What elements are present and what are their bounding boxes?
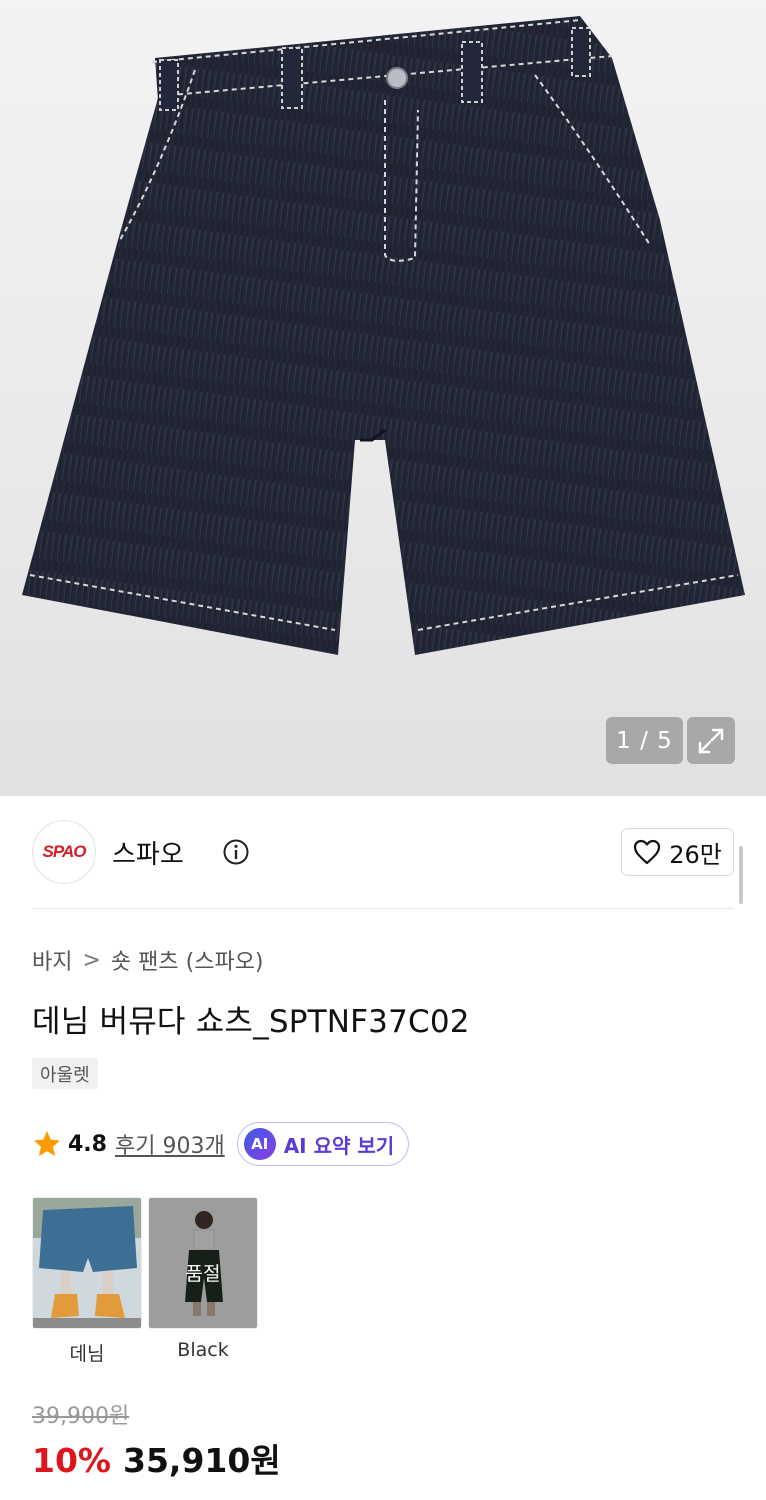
star-icon bbox=[34, 1131, 60, 1156]
outlet-tag: 아울렛 bbox=[32, 1058, 98, 1089]
color-option-black[interactable]: 품절 Black bbox=[148, 1197, 258, 1361]
heart-icon bbox=[634, 839, 661, 865]
breadcrumb-item-category[interactable]: 바지 bbox=[32, 944, 72, 976]
product-title: 데님 버뮤다 쇼츠_SPTNF37C02 bbox=[32, 1004, 470, 1040]
product-image-gallery[interactable]: 1 / 5 bbox=[0, 0, 766, 796]
color-option-label: 데님 bbox=[69, 1343, 105, 1365]
expand-icon bbox=[698, 728, 724, 753]
color-option-thumbnail: 품절 bbox=[148, 1197, 258, 1329]
info-icon[interactable] bbox=[222, 838, 250, 866]
rating-value: 4.8 bbox=[68, 1131, 107, 1157]
divider bbox=[32, 908, 734, 909]
ai-summary-button[interactable]: AI AI 요약 보기 bbox=[236, 1122, 410, 1166]
ai-summary-label: AI 요약 보기 bbox=[283, 1133, 395, 1158]
brand-name[interactable]: 스파오 bbox=[112, 834, 184, 871]
product-image bbox=[22, 16, 745, 655]
color-option-denim[interactable]: 데님 bbox=[32, 1197, 142, 1366]
color-option-label: Black bbox=[177, 1339, 229, 1361]
like-button[interactable]: 26만 bbox=[621, 828, 734, 876]
brand-row: SPAO 스파오 26만 bbox=[32, 820, 734, 884]
original-price: 39,900원 bbox=[32, 1404, 130, 1429]
scrollbar[interactable] bbox=[739, 846, 743, 904]
brand-logo-text: SPAO bbox=[42, 842, 87, 861]
image-counter: 1 / 5 bbox=[606, 717, 683, 764]
review-count-link[interactable]: 후기 903개 bbox=[115, 1128, 225, 1160]
breadcrumb: 바지 > 숏 팬츠 (스파오) bbox=[32, 944, 264, 976]
rating-row: 4.8 후기 903개 AI AI 요약 보기 bbox=[32, 1122, 410, 1166]
brand-logo[interactable]: SPAO bbox=[32, 820, 96, 884]
breadcrumb-separator: > bbox=[82, 947, 101, 973]
ai-icon: AI bbox=[243, 1128, 276, 1160]
color-option-thumbnail bbox=[32, 1197, 142, 1329]
expand-button[interactable] bbox=[687, 717, 735, 764]
sale-price: 35,910원 bbox=[123, 1441, 281, 1480]
discount-rate: 10% bbox=[32, 1441, 111, 1480]
denim-thumbnail-image bbox=[33, 1198, 141, 1328]
soldout-overlay: 품절 bbox=[149, 1198, 257, 1328]
breadcrumb-item-subcategory[interactable]: 숏 팬츠 (스파오) bbox=[111, 944, 264, 976]
like-count: 26만 bbox=[669, 840, 722, 869]
price-row: 10% 35,910원 bbox=[32, 1434, 281, 1482]
